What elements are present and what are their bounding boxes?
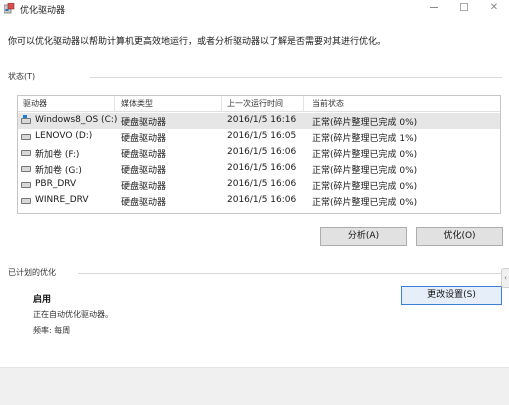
last-run-time: 2016/1/5 16:06 bbox=[227, 195, 297, 205]
defrag-icon bbox=[4, 3, 15, 14]
media-type: 硬盘驱动器 bbox=[121, 118, 167, 128]
scheduled-section-label: 已计划的优化 bbox=[8, 268, 56, 277]
hard-drive-icon bbox=[21, 134, 31, 140]
windows-drive-icon bbox=[21, 115, 31, 124]
last-run-time: 2016/1/5 16:06 bbox=[227, 179, 297, 189]
footer-bar bbox=[0, 367, 509, 405]
schedule-frequency: 频率: 每周 bbox=[33, 326, 71, 335]
drive-name: 新加卷 (F:) bbox=[35, 150, 80, 160]
media-type: 硬盘驱动器 bbox=[121, 182, 167, 192]
table-row[interactable]: 新加卷 (F:) 硬盘驱动器 2016/1/5 16:06 正常(碎片整理已完成… bbox=[18, 145, 500, 161]
status-divider bbox=[90, 77, 502, 78]
hard-drive-icon bbox=[21, 150, 31, 156]
last-run-time: 2016/1/5 16:06 bbox=[227, 163, 297, 173]
change-settings-button[interactable]: 更改设置(S) bbox=[401, 286, 502, 305]
table-row[interactable]: Windows8_OS (C:) 硬盘驱动器 2016/1/5 16:16 正常… bbox=[18, 113, 500, 129]
column-header-status[interactable]: 当前状态 bbox=[312, 98, 344, 109]
current-status: 正常(碎片整理已完成 0%) bbox=[312, 166, 418, 176]
hard-drive-icon bbox=[21, 182, 31, 188]
maximize-button[interactable] bbox=[449, 0, 479, 16]
current-status: 正常(碎片整理已完成 0%) bbox=[312, 182, 418, 192]
close-icon: ✕ bbox=[489, 2, 499, 13]
hard-drive-icon bbox=[21, 198, 31, 204]
column-separator[interactable] bbox=[221, 96, 222, 112]
media-type: 硬盘驱动器 bbox=[121, 134, 167, 144]
current-status: 正常(碎片整理已完成 0%) bbox=[312, 198, 418, 208]
side-collapse-tab[interactable]: ‹ bbox=[501, 268, 509, 288]
column-header-drive[interactable]: 驱动器 bbox=[23, 98, 47, 109]
column-header-last-run[interactable]: 上一次运行时间 bbox=[227, 98, 283, 109]
hard-drive-icon bbox=[21, 166, 31, 172]
intro-text: 你可以优化驱动器以帮助计算机更高效地运行，或者分析驱动器以了解是否需要对其进行优… bbox=[8, 37, 387, 47]
status-section-label: 状态(T) bbox=[8, 72, 36, 81]
close-button[interactable]: ✕ bbox=[479, 0, 509, 16]
current-status: 正常(碎片整理已完成 1%) bbox=[312, 134, 418, 144]
minimize-button[interactable] bbox=[419, 0, 449, 16]
drive-name: LENOVO (D:) bbox=[35, 131, 93, 141]
table-row[interactable]: WINRE_DRV 硬盘驱动器 2016/1/5 16:06 正常(碎片整理已完… bbox=[18, 193, 500, 209]
drive-name: 新加卷 (G:) bbox=[35, 166, 82, 176]
current-status: 正常(碎片整理已完成 0%) bbox=[312, 150, 418, 160]
last-run-time: 2016/1/5 16:06 bbox=[227, 147, 297, 157]
chevron-left-icon: ‹ bbox=[504, 274, 507, 282]
title-bar: 优化驱动器 ✕ bbox=[0, 0, 509, 18]
schedule-description: 正在自动优化驱动器。 bbox=[33, 310, 113, 319]
table-row[interactable]: LENOVO (D:) 硬盘驱动器 2016/1/5 16:05 正常(碎片整理… bbox=[18, 129, 500, 145]
drive-list-header: 驱动器 媒体类型 上一次运行时间 当前状态 bbox=[18, 96, 500, 112]
media-type: 硬盘驱动器 bbox=[121, 198, 167, 208]
drive-list[interactable]: 驱动器 媒体类型 上一次运行时间 当前状态 Windows8_OS (C:) 硬… bbox=[17, 95, 501, 214]
maximize-icon bbox=[460, 3, 468, 11]
analyze-button[interactable]: 分析(A) bbox=[320, 227, 407, 246]
column-separator[interactable] bbox=[114, 96, 115, 112]
last-run-time: 2016/1/5 16:16 bbox=[227, 115, 297, 125]
drive-name: Windows8_OS (C:) bbox=[35, 115, 118, 125]
column-separator[interactable] bbox=[303, 96, 304, 112]
table-row[interactable]: 新加卷 (G:) 硬盘驱动器 2016/1/5 16:06 正常(碎片整理已完成… bbox=[18, 161, 500, 177]
scheduled-divider bbox=[78, 273, 502, 274]
optimize-button[interactable]: 优化(O) bbox=[416, 227, 503, 246]
media-type: 硬盘驱动器 bbox=[121, 150, 167, 160]
media-type: 硬盘驱动器 bbox=[121, 166, 167, 176]
table-row[interactable]: PBR_DRV 硬盘驱动器 2016/1/5 16:06 正常(碎片整理已完成 … bbox=[18, 177, 500, 193]
column-header-media[interactable]: 媒体类型 bbox=[121, 98, 153, 109]
window-title: 优化驱动器 bbox=[20, 6, 66, 16]
current-status: 正常(碎片整理已完成 0%) bbox=[312, 118, 418, 128]
drive-name: PBR_DRV bbox=[35, 179, 77, 189]
drive-name: WINRE_DRV bbox=[35, 195, 89, 205]
minimize-icon bbox=[430, 6, 438, 8]
schedule-state: 启用 bbox=[33, 295, 52, 305]
last-run-time: 2016/1/5 16:05 bbox=[227, 131, 297, 141]
